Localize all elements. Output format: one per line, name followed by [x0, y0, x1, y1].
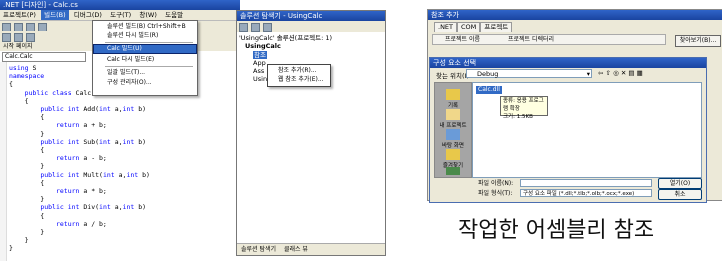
- file-type-label: 파일 형식(T):: [478, 190, 513, 197]
- folder-icon: [446, 109, 460, 120]
- look-in-combo[interactable]: Debug ▾: [466, 69, 592, 78]
- select-component-title: 구성 요소 선택: [430, 58, 706, 68]
- class-combo[interactable]: Calc.Calc: [2, 52, 86, 62]
- file-type-select[interactable]: 구성 요소 파일 (*.dll;*.tlb;*.olb;*.ocx;*.exe): [520, 189, 652, 197]
- tree-node-references[interactable]: 참조: [253, 51, 267, 59]
- place-my-projects[interactable]: 내 프로젝트: [435, 109, 471, 129]
- search-web-icon[interactable]: ◎: [613, 69, 619, 77]
- file-item-calc-dll[interactable]: Calc.dll: [476, 86, 502, 94]
- place-history[interactable]: 기록: [435, 89, 471, 109]
- add-reference-title: 참조 추가: [428, 10, 722, 20]
- project-list-header: 프로젝트 이름 프로젝트 디렉터리: [432, 34, 666, 45]
- views-icon[interactable]: ▦: [637, 69, 643, 77]
- network-icon: [446, 167, 460, 175]
- menu-item-rebuild-calc[interactable]: Calc 다시 빌드(E): [94, 56, 196, 64]
- chevron-down-icon[interactable]: ▾: [587, 70, 590, 79]
- build-menu: 솔루션 빌드(B) Ctrl+Shift+B 솔루션 다시 빌드(R) Calc…: [92, 20, 198, 96]
- look-in-value: Debug: [477, 70, 499, 78]
- open-button[interactable]: 열기(O): [658, 178, 702, 189]
- tab-projects[interactable]: 프로젝트: [480, 22, 513, 32]
- tab-dotnet[interactable]: .NET: [434, 22, 458, 32]
- solution-explorer-toolbar: [237, 21, 385, 32]
- menu-project[interactable]: 프로젝트(P): [0, 10, 39, 20]
- properties-icon[interactable]: [239, 23, 248, 32]
- cancel-button[interactable]: 취소: [658, 189, 702, 200]
- menu-item-add-web-reference[interactable]: 웹 참조 추가(E)...: [278, 76, 324, 84]
- menu-item-rebuild-solution[interactable]: 솔루션 다시 빌드(R): [94, 32, 196, 40]
- tree-node-project[interactable]: UsingCalc: [245, 42, 281, 50]
- file-name-label: 파일 이름(N):: [478, 180, 514, 187]
- tab-com[interactable]: COM: [457, 22, 481, 32]
- menu-item-add-reference[interactable]: 참조 추가(R)...: [278, 67, 317, 75]
- back-icon[interactable]: ⇦: [598, 69, 603, 77]
- indent-icon[interactable]: [2, 33, 11, 42]
- column-project-dir[interactable]: 프로젝트 디렉터리: [482, 36, 554, 43]
- slide-caption: 작업한 어셈블리 참조: [458, 218, 655, 243]
- comment-icon[interactable]: [26, 33, 35, 42]
- vs-title-bar: .NET [디자인] - Calc.cs: [0, 0, 240, 10]
- places-bar: 기록 내 프로젝트 바탕 화면 즐겨찾기: [434, 82, 472, 178]
- favorites-icon: [446, 149, 460, 160]
- place-network[interactable]: [435, 167, 471, 176]
- vs-editor-window: .NET [디자인] - Calc.cs 프로젝트(P) 빌드(B) 디버그(D…: [0, 0, 240, 261]
- refresh-icon[interactable]: [263, 23, 272, 32]
- nav-toolbar: ⇦ ⇧ ◎ ✕ ▤ ▦: [598, 69, 643, 77]
- editor-gutter: [0, 62, 7, 261]
- tree-node-assembly[interactable]: Ass: [253, 67, 264, 75]
- menu-item-config-manager[interactable]: 구성 관리자(O)...: [94, 79, 196, 87]
- menu-window[interactable]: 창(W): [136, 10, 159, 20]
- place-favorites[interactable]: 즐겨찾기: [435, 149, 471, 169]
- browse-button[interactable]: 찾아보기(B)...: [675, 35, 721, 47]
- code-line: }: [9, 244, 13, 253]
- solution-explorer: 솔루션 탐색기 - UsingCalc 'UsingCalc' 솔루션(프로젝트…: [236, 10, 386, 256]
- reference-tabs: .NET COM 프로젝트: [434, 22, 513, 32]
- place-desktop[interactable]: 바탕 화면: [435, 129, 471, 149]
- file-name-input[interactable]: [520, 179, 652, 187]
- menu-separator: [105, 66, 193, 67]
- tooltip-size: 크기: 1.5KB: [503, 114, 533, 120]
- menu-item-build-solution[interactable]: 솔루션 빌드(B) Ctrl+Shift+B: [94, 23, 196, 31]
- new-folder-icon[interactable]: ▤: [628, 69, 634, 77]
- select-component-dialog: 구성 요소 선택 찾는 위치(I): Debug ▾ ⇦ ⇧ ◎ ✕ ▤ ▦ 기…: [429, 57, 707, 203]
- menu-separator: [105, 42, 193, 43]
- menu-help[interactable]: 도움말: [162, 10, 186, 20]
- reference-context-menu: 참조 추가(R)... 웹 참조 추가(E)...: [267, 64, 331, 87]
- tab-solution-explorer[interactable]: 솔루션 탐색기: [237, 246, 276, 253]
- menu-build[interactable]: 빌드(B): [41, 10, 69, 20]
- tree-node-app[interactable]: App: [253, 59, 266, 67]
- outdent-icon[interactable]: [14, 33, 23, 42]
- tooltip-type: 종류: 응용 프로그램 확장: [503, 98, 544, 112]
- desktop-icon: [446, 129, 460, 140]
- show-all-files-icon[interactable]: [251, 23, 260, 32]
- tree-node-solution[interactable]: 'UsingCalc' 솔루션(프로젝트: 1): [239, 34, 332, 42]
- menu-item-build-calc[interactable]: Calc 빌드(U): [93, 44, 197, 54]
- file-list[interactable]: Calc.dll 종류: 응용 프로그램 확장 크기: 1.5KB: [472, 82, 702, 178]
- explorer-bottom-tabs: 솔루션 탐색기 클래스 뷰: [237, 243, 385, 255]
- delete-icon[interactable]: ✕: [621, 69, 626, 77]
- menu-debug[interactable]: 디버그(D): [71, 10, 105, 20]
- column-project-name[interactable]: 프로젝트 이름: [433, 36, 480, 43]
- file-tooltip: 종류: 응용 프로그램 확장 크기: 1.5KB: [500, 96, 548, 120]
- history-icon: [446, 89, 460, 100]
- tab-class-view[interactable]: 클래스 뷰: [278, 246, 308, 253]
- code-line: namespace: [9, 72, 45, 81]
- up-folder-icon[interactable]: ⇧: [606, 69, 611, 77]
- solution-explorer-title: 솔루션 탐색기 - UsingCalc: [237, 11, 385, 21]
- menu-item-batch-build[interactable]: 일괄 빌드(T)...: [94, 69, 196, 77]
- menu-tools[interactable]: 도구(T): [107, 10, 134, 20]
